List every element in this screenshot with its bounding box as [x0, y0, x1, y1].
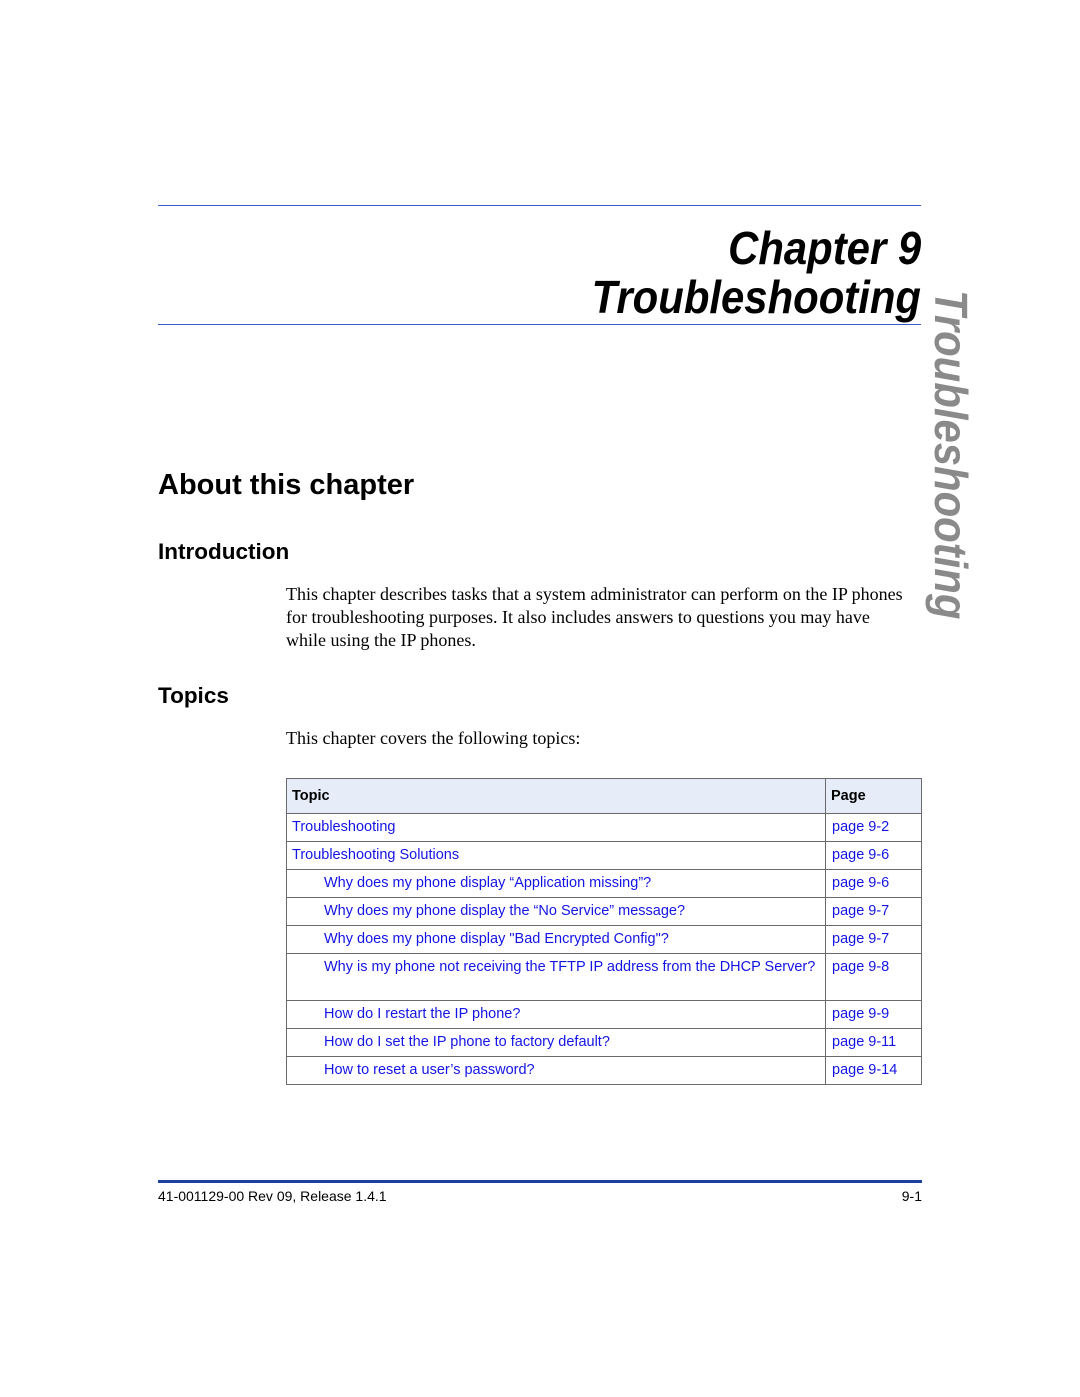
- page-link[interactable]: page 9-14: [832, 1062, 897, 1078]
- topic-link[interactable]: Why is my phone not receiving the TFTP I…: [324, 959, 815, 975]
- table-row: Troubleshooting page 9-2: [286, 813, 922, 842]
- topic-link[interactable]: Why does my phone display "Bad Encrypted…: [324, 931, 669, 947]
- topic-link[interactable]: How do I set the IP phone to factory def…: [324, 1034, 610, 1050]
- table-row: Why is my phone not receiving the TFTP I…: [286, 953, 922, 1001]
- page-link[interactable]: page 9-8: [832, 959, 889, 975]
- header-rule-top: [158, 205, 921, 206]
- page-link[interactable]: page 9-9: [832, 1006, 889, 1022]
- topic-link[interactable]: How do I restart the IP phone?: [324, 1006, 520, 1022]
- footer-rule: [158, 1180, 922, 1183]
- table-row: Why does my phone display “Application m…: [286, 869, 922, 898]
- page-link[interactable]: page 9-6: [832, 847, 889, 863]
- section-title: About this chapter: [158, 469, 415, 501]
- table-row: How do I restart the IP phone? page 9-9: [286, 1000, 922, 1029]
- chapter-label: Chapter 9: [727, 222, 921, 274]
- header-rule-bottom: [158, 324, 921, 325]
- topic-link[interactable]: Troubleshooting: [292, 819, 395, 835]
- page-link[interactable]: page 9-7: [832, 931, 889, 947]
- introduction-body: This chapter describes tasks that a syst…: [286, 584, 903, 650]
- page-link[interactable]: page 9-11: [832, 1034, 896, 1050]
- topic-link[interactable]: Troubleshooting Solutions: [292, 847, 459, 863]
- topics-table: Topic Page Troubleshooting page 9-2 Trou…: [286, 778, 922, 1085]
- table-header-row: Topic Page: [286, 778, 922, 814]
- table-row: Troubleshooting Solutions page 9-6: [286, 841, 922, 870]
- footer-doc-id: 41-001129-00 Rev 09, Release 1.4.1: [158, 1188, 387, 1204]
- topic-link[interactable]: Why does my phone display “Application m…: [324, 875, 651, 891]
- page-link[interactable]: page 9-7: [832, 903, 889, 919]
- column-header-topic: Topic: [286, 778, 826, 814]
- column-header-page: Page: [825, 778, 922, 814]
- table-row: How do I set the IP phone to factory def…: [286, 1028, 922, 1057]
- side-tab-label: Troubleshooting: [925, 290, 977, 620]
- table-row: Why does my phone display "Bad Encrypted…: [286, 925, 922, 954]
- footer-page-number: 9-1: [901, 1188, 922, 1204]
- topics-intro: This chapter covers the following topics…: [286, 728, 581, 748]
- topic-link[interactable]: Why does my phone display the “No Servic…: [324, 903, 685, 919]
- table-row: How to reset a user’s password? page 9-1…: [286, 1056, 922, 1085]
- topic-link[interactable]: How to reset a user’s password?: [324, 1062, 535, 1078]
- page-link[interactable]: page 9-2: [832, 819, 889, 835]
- topics-heading: Topics: [158, 683, 229, 708]
- page-link[interactable]: page 9-6: [832, 875, 889, 891]
- chapter-title: Troubleshooting: [591, 271, 921, 323]
- table-row: Why does my phone display the “No Servic…: [286, 897, 922, 926]
- introduction-heading: Introduction: [158, 539, 290, 564]
